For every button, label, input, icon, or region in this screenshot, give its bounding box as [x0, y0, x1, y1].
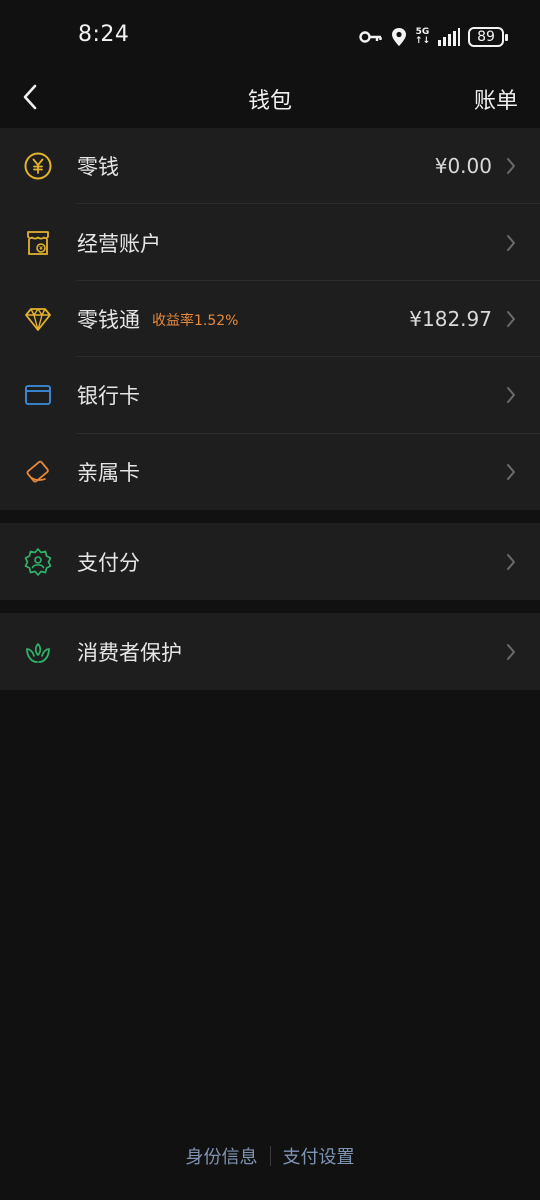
wallet-screen: 8:24 5G ↑↓ 89 钱包 账单 零钱 ¥0.00 经营账户 零钱通 收益… [0, 0, 540, 1200]
consumer-protection-icon [22, 636, 54, 668]
lingqiantong-label: 零钱通 [77, 307, 140, 332]
change-balance: ¥0.00 [434, 154, 492, 179]
location-icon [391, 27, 407, 47]
chevron-right-icon [504, 156, 518, 176]
page-title: 钱包 [247, 89, 292, 114]
wallet-item-label: 银行卡 [77, 384, 140, 409]
bill-button[interactable]: 账单 [474, 83, 518, 115]
status-bar: 8:24 5G ↑↓ 89 [0, 0, 540, 72]
yuan-coin-icon [22, 150, 54, 182]
consumer-protection-label: 消费者保护 [77, 640, 182, 665]
wallet-item-bank-card[interactable]: 银行卡 [0, 357, 540, 434]
wallet-item-lingqiantong[interactable]: 零钱通 收益率1.52% ¥182.97 [0, 281, 540, 358]
business-account-icon [22, 227, 54, 259]
chevron-right-icon [504, 385, 518, 405]
chevron-right-icon [504, 462, 518, 482]
consumer-protection-group: 消费者保护 [0, 613, 540, 690]
wallet-item-business-account[interactable]: 经营账户 [0, 204, 540, 281]
signal-icon [438, 28, 460, 46]
nav-bar: 钱包 账单 [0, 72, 540, 122]
chevron-right-icon [504, 552, 518, 572]
family-card-icon [22, 456, 54, 488]
network-activity: ↑↓ [414, 36, 430, 46]
wallet-item-label: 亲属卡 [77, 460, 140, 485]
identity-info-link[interactable]: 身份信息 [174, 1143, 270, 1169]
wallet-item-label: 零钱 [77, 155, 119, 180]
wallet-item-change[interactable]: 零钱 ¥0.00 [0, 128, 540, 205]
wallet-item-label: 零钱通 收益率1.52% [77, 304, 238, 334]
lingqiantong-balance: ¥182.97 [409, 306, 492, 331]
footer-links: 身份信息 支付设置 [0, 1142, 540, 1170]
payment-score-icon [22, 546, 54, 578]
wallet-list: 零钱 ¥0.00 经营账户 零钱通 收益率1.52% ¥182.97 银行卡 亲… [0, 128, 540, 510]
chevron-right-icon [504, 233, 518, 253]
wallet-item-label: 经营账户 [77, 231, 161, 256]
payment-score-group: 支付分 [0, 523, 540, 600]
wallet-item-family-card[interactable]: 亲属卡 [0, 434, 540, 510]
payment-score-label: 支付分 [77, 550, 140, 575]
network-indicator: 5G ↑↓ [415, 28, 430, 46]
status-time: 8:24 [78, 22, 130, 47]
key-icon [359, 30, 383, 44]
status-icons: 5G ↑↓ 89 [359, 24, 508, 50]
payment-settings-link[interactable]: 支付设置 [271, 1143, 367, 1169]
chevron-right-icon [504, 309, 518, 329]
chevron-right-icon [504, 642, 518, 662]
bank-card-icon [22, 379, 54, 411]
consumer-protection-item[interactable]: 消费者保护 [0, 613, 540, 690]
payment-score-item[interactable]: 支付分 [0, 523, 540, 600]
diamond-icon [22, 303, 54, 335]
yield-rate-tag: 收益率1.52% [152, 312, 239, 329]
battery-icon: 89 [468, 27, 508, 47]
